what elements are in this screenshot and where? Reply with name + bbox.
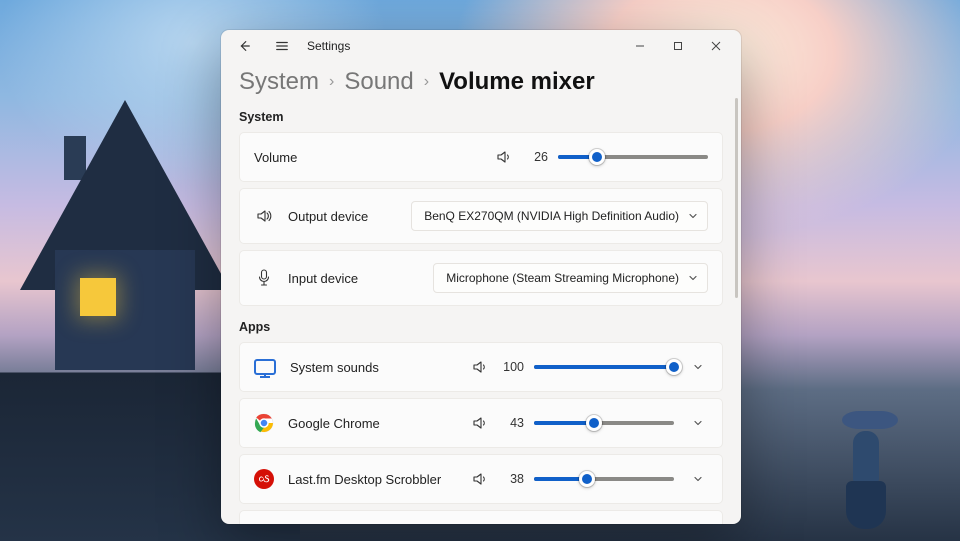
volume-value: 26: [524, 150, 548, 164]
output-device-value: BenQ EX270QM (NVIDIA High Definition Aud…: [424, 209, 679, 223]
input-device-select[interactable]: Microphone (Steam Streaming Microphone): [433, 263, 708, 293]
minimize-button[interactable]: [621, 32, 659, 60]
expand-button[interactable]: [688, 362, 708, 372]
system-volume-card: Volume 26: [239, 132, 723, 182]
output-device-card: Output device BenQ EX270QM (NVIDIA High …: [239, 188, 723, 244]
back-button[interactable]: [227, 32, 261, 60]
chrome-icon: [254, 413, 274, 433]
close-button[interactable]: [697, 32, 735, 60]
maximize-icon: [673, 41, 683, 51]
breadcrumb-system[interactable]: System: [239, 68, 319, 96]
breadcrumb-sound[interactable]: Sound: [344, 68, 413, 96]
scrollbar[interactable]: [735, 98, 738, 298]
input-device-label: Input device: [288, 271, 358, 286]
speaker-loud-icon: [254, 208, 274, 224]
microphone-icon: [254, 269, 274, 287]
section-label-apps: Apps: [239, 320, 723, 334]
chevron-down-icon: [688, 211, 698, 221]
arrow-left-icon: [237, 39, 251, 53]
app-row-chrome: Google Chrome 43: [239, 398, 723, 448]
app-row-system-sounds: System sounds 100: [239, 342, 723, 392]
window-title: Settings: [307, 39, 350, 53]
expand-button[interactable]: [688, 474, 708, 484]
expand-button[interactable]: [688, 418, 708, 428]
app-name: Last.fm Desktop Scrobbler: [288, 472, 441, 487]
volume-slider[interactable]: [558, 149, 708, 165]
app-row-lastfm: Last.fm Desktop Scrobbler 38: [239, 454, 723, 504]
maximize-button[interactable]: [659, 32, 697, 60]
settings-window: Settings System › Sound › Volume mixer: [221, 30, 741, 524]
app-volume-slider[interactable]: [534, 359, 674, 375]
input-device-card: Input device Microphone (Steam Streaming…: [239, 250, 723, 306]
app-volume-value: 38: [500, 472, 524, 486]
content-area: System › Sound › Volume mixer System Vol…: [221, 62, 741, 524]
breadcrumb: System › Sound › Volume mixer: [239, 68, 723, 96]
app-row-spotify: Spotify Music55: [239, 510, 723, 524]
input-device-value: Microphone (Steam Streaming Microphone): [446, 271, 679, 285]
nav-menu-button[interactable]: [265, 32, 299, 60]
app-name: Google Chrome: [288, 416, 380, 431]
app-volume-value: 43: [500, 416, 524, 430]
output-device-select[interactable]: BenQ EX270QM (NVIDIA High Definition Aud…: [411, 201, 708, 231]
app-volume-value: 100: [500, 360, 524, 374]
app-volume-slider[interactable]: [534, 415, 674, 431]
titlebar: Settings: [221, 30, 741, 62]
app-name: System sounds: [290, 360, 379, 375]
breadcrumb-current: Volume mixer: [439, 68, 595, 96]
lastfm-icon: [254, 469, 274, 489]
volume-label: Volume: [254, 150, 297, 165]
output-device-label: Output device: [288, 209, 368, 224]
wallpaper-figure: [842, 411, 890, 531]
speaker-icon[interactable]: [494, 149, 514, 165]
speaker-icon[interactable]: [470, 471, 490, 487]
section-label-system: System: [239, 110, 723, 124]
hamburger-icon: [275, 39, 289, 53]
monitor-icon: [254, 359, 276, 375]
close-icon: [711, 41, 721, 51]
chevron-down-icon: [688, 273, 698, 283]
minimize-icon: [635, 41, 645, 51]
speaker-icon[interactable]: [470, 415, 490, 431]
speaker-icon[interactable]: [470, 359, 490, 375]
chevron-right-icon: ›: [329, 73, 334, 91]
app-volume-slider[interactable]: [534, 471, 674, 487]
chevron-right-icon: ›: [424, 73, 429, 91]
desktop-wallpaper: Settings System › Sound › Volume mixer: [0, 0, 960, 541]
